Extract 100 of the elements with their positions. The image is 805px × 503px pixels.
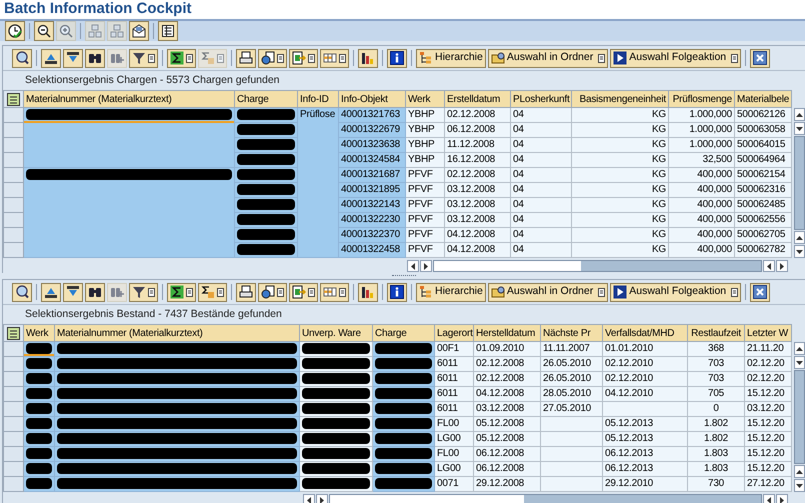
scroll-down-button[interactable]	[794, 122, 805, 135]
column-header[interactable]: Materialnummer (Materialkurztext)	[24, 90, 234, 108]
table-cell: 27.05.2010	[540, 402, 602, 416]
layout-icon[interactable]	[7, 326, 20, 340]
column-header[interactable]: Unverp. Ware	[300, 324, 372, 342]
close-button[interactable]	[750, 48, 770, 68]
toolbar-button[interactable]: Hierarchie	[416, 282, 486, 302]
splitter-handle[interactable]	[392, 275, 416, 277]
column-header[interactable]: Letzter W	[744, 324, 792, 342]
close-button[interactable]	[750, 282, 770, 302]
toolbar-button[interactable]	[387, 282, 407, 302]
table-cell: 03.12.2008	[444, 182, 510, 198]
column-header[interactable]: Materialnummer (Materialkurztext)	[54, 324, 300, 342]
toolbar-button[interactable]	[85, 48, 105, 68]
toolbar-button[interactable]	[320, 282, 349, 302]
column-header[interactable]: Info-Objekt	[338, 90, 406, 108]
toolbar-button[interactable]	[129, 282, 158, 302]
table-cell: 500062316	[734, 182, 792, 198]
column-header[interactable]: PLosherkunft	[510, 90, 572, 108]
toolbar-button[interactable]	[320, 48, 349, 68]
toolbar-button[interactable]	[12, 282, 32, 302]
close-icon	[753, 51, 768, 65]
toolbar-button[interactable]	[63, 48, 83, 68]
table-cell: KG	[572, 108, 668, 122]
table-cell: KG	[572, 228, 668, 242]
column-header[interactable]: Info-ID	[298, 90, 338, 108]
scroll-left-button[interactable]	[763, 494, 775, 503]
toolbar-button[interactable]	[158, 21, 178, 41]
toolbar-button[interactable]	[167, 282, 196, 302]
toolbar-button[interactable]: Auswahl in Ordner	[488, 282, 608, 302]
toolbar-button[interactable]	[85, 282, 105, 302]
toolbar-button[interactable]	[129, 48, 158, 68]
table-cell: PFVF	[406, 182, 444, 198]
scroll-down-button[interactable]	[794, 479, 805, 492]
scroll-down-button[interactable]	[794, 245, 805, 258]
toolbar-button[interactable]	[63, 282, 83, 302]
scroll-up-button[interactable]	[794, 342, 805, 355]
scroll-right-button[interactable]	[420, 260, 432, 272]
toolbar-button[interactable]: Auswahl Folgeaktion	[610, 48, 742, 68]
table-cell: 26.05.2010	[540, 372, 602, 386]
toolbar-button[interactable]	[258, 48, 287, 68]
scroll-right-button[interactable]	[316, 494, 328, 503]
scroll-right-button[interactable]	[776, 260, 788, 272]
export-icon	[292, 51, 306, 65]
toolbar-button[interactable]	[258, 282, 287, 302]
toolbar-button[interactable]	[12, 48, 32, 68]
column-header[interactable]: Charge	[234, 90, 298, 108]
toolbar-button[interactable]	[167, 48, 196, 68]
toolbar-button[interactable]	[289, 282, 318, 302]
column-header[interactable]: Charge	[372, 324, 434, 342]
play-icon	[613, 51, 628, 65]
list-icon	[161, 24, 175, 38]
table-cell: 32,500	[668, 152, 734, 168]
table-cell: 04	[510, 242, 572, 258]
table-cell: 40001321895	[338, 182, 406, 198]
toolbar-button[interactable]	[358, 48, 378, 68]
column-header[interactable]: Restlaufzeit	[688, 324, 744, 342]
scroll-up-button[interactable]	[794, 465, 805, 478]
scroll-up-button[interactable]	[794, 231, 805, 244]
toolbar-button[interactable]	[358, 282, 378, 302]
up-arrow-icon	[796, 236, 803, 240]
scroll-left-button[interactable]	[763, 260, 775, 272]
layout-icon[interactable]	[7, 92, 20, 106]
toolbar-button[interactable]: Auswahl Folgeaktion	[610, 282, 742, 302]
column-header[interactable]: Werk	[24, 324, 54, 342]
column-header[interactable]: Basismengeneinheit	[572, 90, 668, 108]
scroll-left-button[interactable]	[407, 260, 419, 272]
table-cell: 05.12.2013	[602, 416, 688, 432]
column-header[interactable]: Herstelldatum	[474, 324, 540, 342]
dropdown-icon	[217, 288, 224, 296]
toolbar-button[interactable]	[198, 282, 227, 302]
table-cell: 40001323638	[338, 138, 406, 152]
toolbar-button[interactable]	[5, 21, 25, 41]
column-header[interactable]: Werk	[406, 90, 444, 108]
column-header[interactable]: Materialbele	[734, 90, 792, 108]
close-icon	[753, 285, 768, 299]
scroll-up-button[interactable]	[794, 108, 805, 121]
toolbar-button[interactable]	[41, 282, 61, 302]
column-header[interactable]: Erstelldatum	[444, 90, 510, 108]
scroll-right-button[interactable]	[776, 494, 788, 503]
toolbar-button[interactable]	[34, 21, 54, 41]
column-header[interactable]: Verfallsdat/MHD	[602, 324, 688, 342]
toolbar-button[interactable]	[41, 48, 61, 68]
table-cell: 01.09.2010	[474, 342, 540, 356]
column-header[interactable]: Nächste Pr	[540, 324, 602, 342]
toolbar-button[interactable]: Auswahl in Ordner	[488, 48, 608, 68]
table-cell: KG	[572, 198, 668, 212]
toolbar-button[interactable]	[289, 48, 318, 68]
table-cell: 04	[510, 212, 572, 228]
toolbar-button[interactable]	[236, 48, 256, 68]
scroll-down-button[interactable]	[794, 356, 805, 369]
toolbar-button[interactable]	[387, 48, 407, 68]
table-cell: 400,000	[668, 198, 734, 212]
scroll-left-button[interactable]	[303, 494, 315, 503]
column-header[interactable]: Prüflosmenge	[668, 90, 734, 108]
column-header[interactable]: Lagerort	[434, 324, 474, 342]
table-cell: 04	[510, 138, 572, 152]
toolbar-button[interactable]	[129, 21, 149, 41]
toolbar-button[interactable]: Hierarchie	[416, 48, 486, 68]
toolbar-button[interactable]	[236, 282, 256, 302]
